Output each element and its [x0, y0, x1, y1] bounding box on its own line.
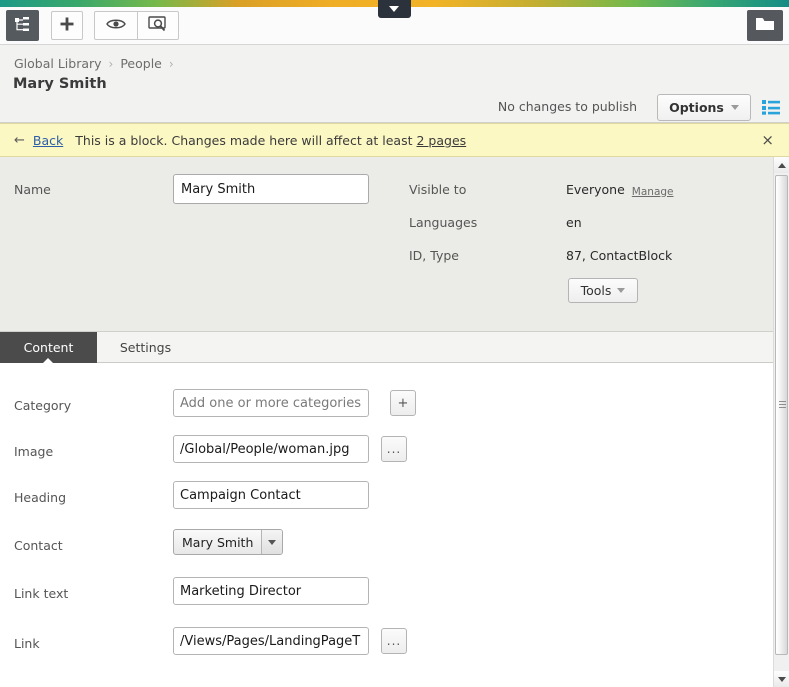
content-form: Category + Image ... Heading Contact Mar…	[0, 363, 773, 686]
field-row-link: Link ...	[0, 623, 773, 669]
breadcrumb: Global Library › People ›	[14, 56, 177, 71]
scrollbar-grip-icon	[779, 401, 786, 408]
options-button-label: Options	[669, 100, 724, 115]
tools-button-label: Tools	[580, 283, 612, 298]
chevron-down-icon	[617, 288, 626, 293]
heading-label: Heading	[14, 490, 67, 505]
scroll-up-button[interactable]	[774, 157, 789, 173]
assets-folder-button[interactable]	[747, 10, 783, 41]
field-row-link-text: Link text	[0, 573, 773, 619]
link-input[interactable]	[173, 627, 369, 655]
link-text-label: Link text	[14, 586, 69, 601]
block-notice-bar: ← Back This is a block. Changes made her…	[0, 123, 789, 157]
tools-button[interactable]: Tools	[568, 278, 638, 303]
breadcrumb-separator: ›	[168, 57, 174, 71]
tab-bar: Content Settings	[0, 332, 773, 364]
triangle-down-icon	[777, 676, 786, 682]
languages-label: Languages	[409, 215, 478, 230]
eye-icon	[105, 17, 126, 34]
notice-message-text: This is a block. Changes made here will …	[75, 132, 417, 148]
add-toolbar-group	[51, 11, 83, 40]
category-input[interactable]	[173, 389, 369, 417]
properties-panel: Name Visible to Everyone Manage Language…	[0, 157, 773, 332]
languages-value: en	[566, 215, 582, 230]
field-row-category: Category +	[0, 385, 773, 431]
browse-link-button[interactable]: ...	[381, 628, 407, 654]
breadcrumb-item-people[interactable]: People	[120, 56, 162, 71]
manage-link[interactable]: Manage	[632, 186, 674, 198]
id-type-label: ID, Type	[409, 248, 459, 263]
tab-settings[interactable]: Settings	[97, 332, 194, 363]
ellipsis-icon: ...	[386, 442, 402, 456]
notice-message: This is a block. Changes made here will …	[75, 133, 466, 148]
id-type-value: 87, ContactBlock	[566, 248, 673, 263]
tab-content[interactable]: Content	[0, 332, 97, 364]
browse-image-button[interactable]: ...	[381, 436, 407, 462]
close-icon[interactable]: ×	[761, 132, 774, 148]
chevron-down-icon	[261, 530, 283, 554]
preview-toggle-button[interactable]	[95, 12, 137, 39]
contact-label: Contact	[14, 538, 63, 553]
tree-structure-button[interactable]	[6, 10, 39, 41]
plus-icon: +	[397, 395, 409, 411]
contact-select-value: Mary Smith	[182, 534, 254, 550]
chevron-down-icon	[389, 6, 399, 12]
add-category-button[interactable]: +	[390, 390, 416, 416]
property-row-visible-to: Visible to	[409, 182, 466, 197]
link-text-input[interactable]	[173, 577, 369, 605]
add-button[interactable]	[52, 12, 82, 39]
folder-icon	[755, 16, 775, 35]
publish-status-text: No changes to publish	[497, 99, 637, 114]
page-header: Global Library › People › Mary Smith No …	[0, 45, 789, 123]
image-label: Image	[14, 444, 54, 459]
scrollbar-thumb[interactable]	[775, 175, 788, 655]
plus-icon	[59, 16, 75, 35]
scroll-down-button[interactable]	[774, 671, 789, 687]
tab-content-label: Content	[23, 340, 74, 355]
inspect-view-button[interactable]	[136, 12, 179, 39]
tree-structure-icon	[14, 16, 31, 36]
property-row-name: Name	[14, 182, 51, 197]
property-row-id-type: ID, Type	[409, 248, 459, 263]
visible-to-label: Visible to	[409, 182, 467, 197]
name-label: Name	[14, 182, 51, 197]
languages-value-group: en	[566, 215, 582, 230]
page-title: Mary Smith	[13, 76, 107, 92]
field-row-contact: Contact Mary Smith	[0, 525, 773, 571]
arrow-left-icon[interactable]: ←	[14, 134, 25, 147]
visible-to-value-group: Everyone Manage	[566, 182, 674, 198]
name-input[interactable]	[173, 174, 369, 204]
link-label: Link	[14, 636, 40, 651]
list-view-icon[interactable]	[762, 99, 780, 115]
view-toolbar-group	[94, 11, 179, 40]
breadcrumb-separator: ›	[108, 57, 114, 71]
heading-input[interactable]	[173, 481, 369, 509]
ellipsis-icon: ...	[386, 634, 402, 648]
toolbar-collapse-tab[interactable]	[378, 0, 411, 18]
affected-pages-link[interactable]: 2 pages	[416, 133, 466, 148]
field-row-heading: Heading	[0, 477, 773, 523]
image-input[interactable]	[173, 435, 369, 463]
back-link[interactable]: Back	[33, 133, 63, 148]
tab-settings-label: Settings	[119, 340, 172, 355]
content-scrollbar[interactable]	[773, 157, 789, 687]
property-row-languages: Languages	[409, 215, 477, 230]
contact-select[interactable]: Mary Smith	[173, 529, 284, 555]
breadcrumb-item-global-library[interactable]: Global Library	[14, 56, 102, 71]
options-button[interactable]: Options	[657, 94, 751, 121]
id-type-value-group: 87, ContactBlock	[566, 248, 672, 263]
chevron-down-icon	[730, 105, 739, 110]
preview-search-icon	[148, 15, 168, 36]
visible-to-value: Everyone	[566, 182, 625, 197]
category-label: Category	[14, 398, 72, 413]
field-row-image: Image ...	[0, 431, 773, 477]
triangle-up-icon	[777, 162, 786, 168]
content-area: Name Visible to Everyone Manage Language…	[0, 157, 773, 687]
